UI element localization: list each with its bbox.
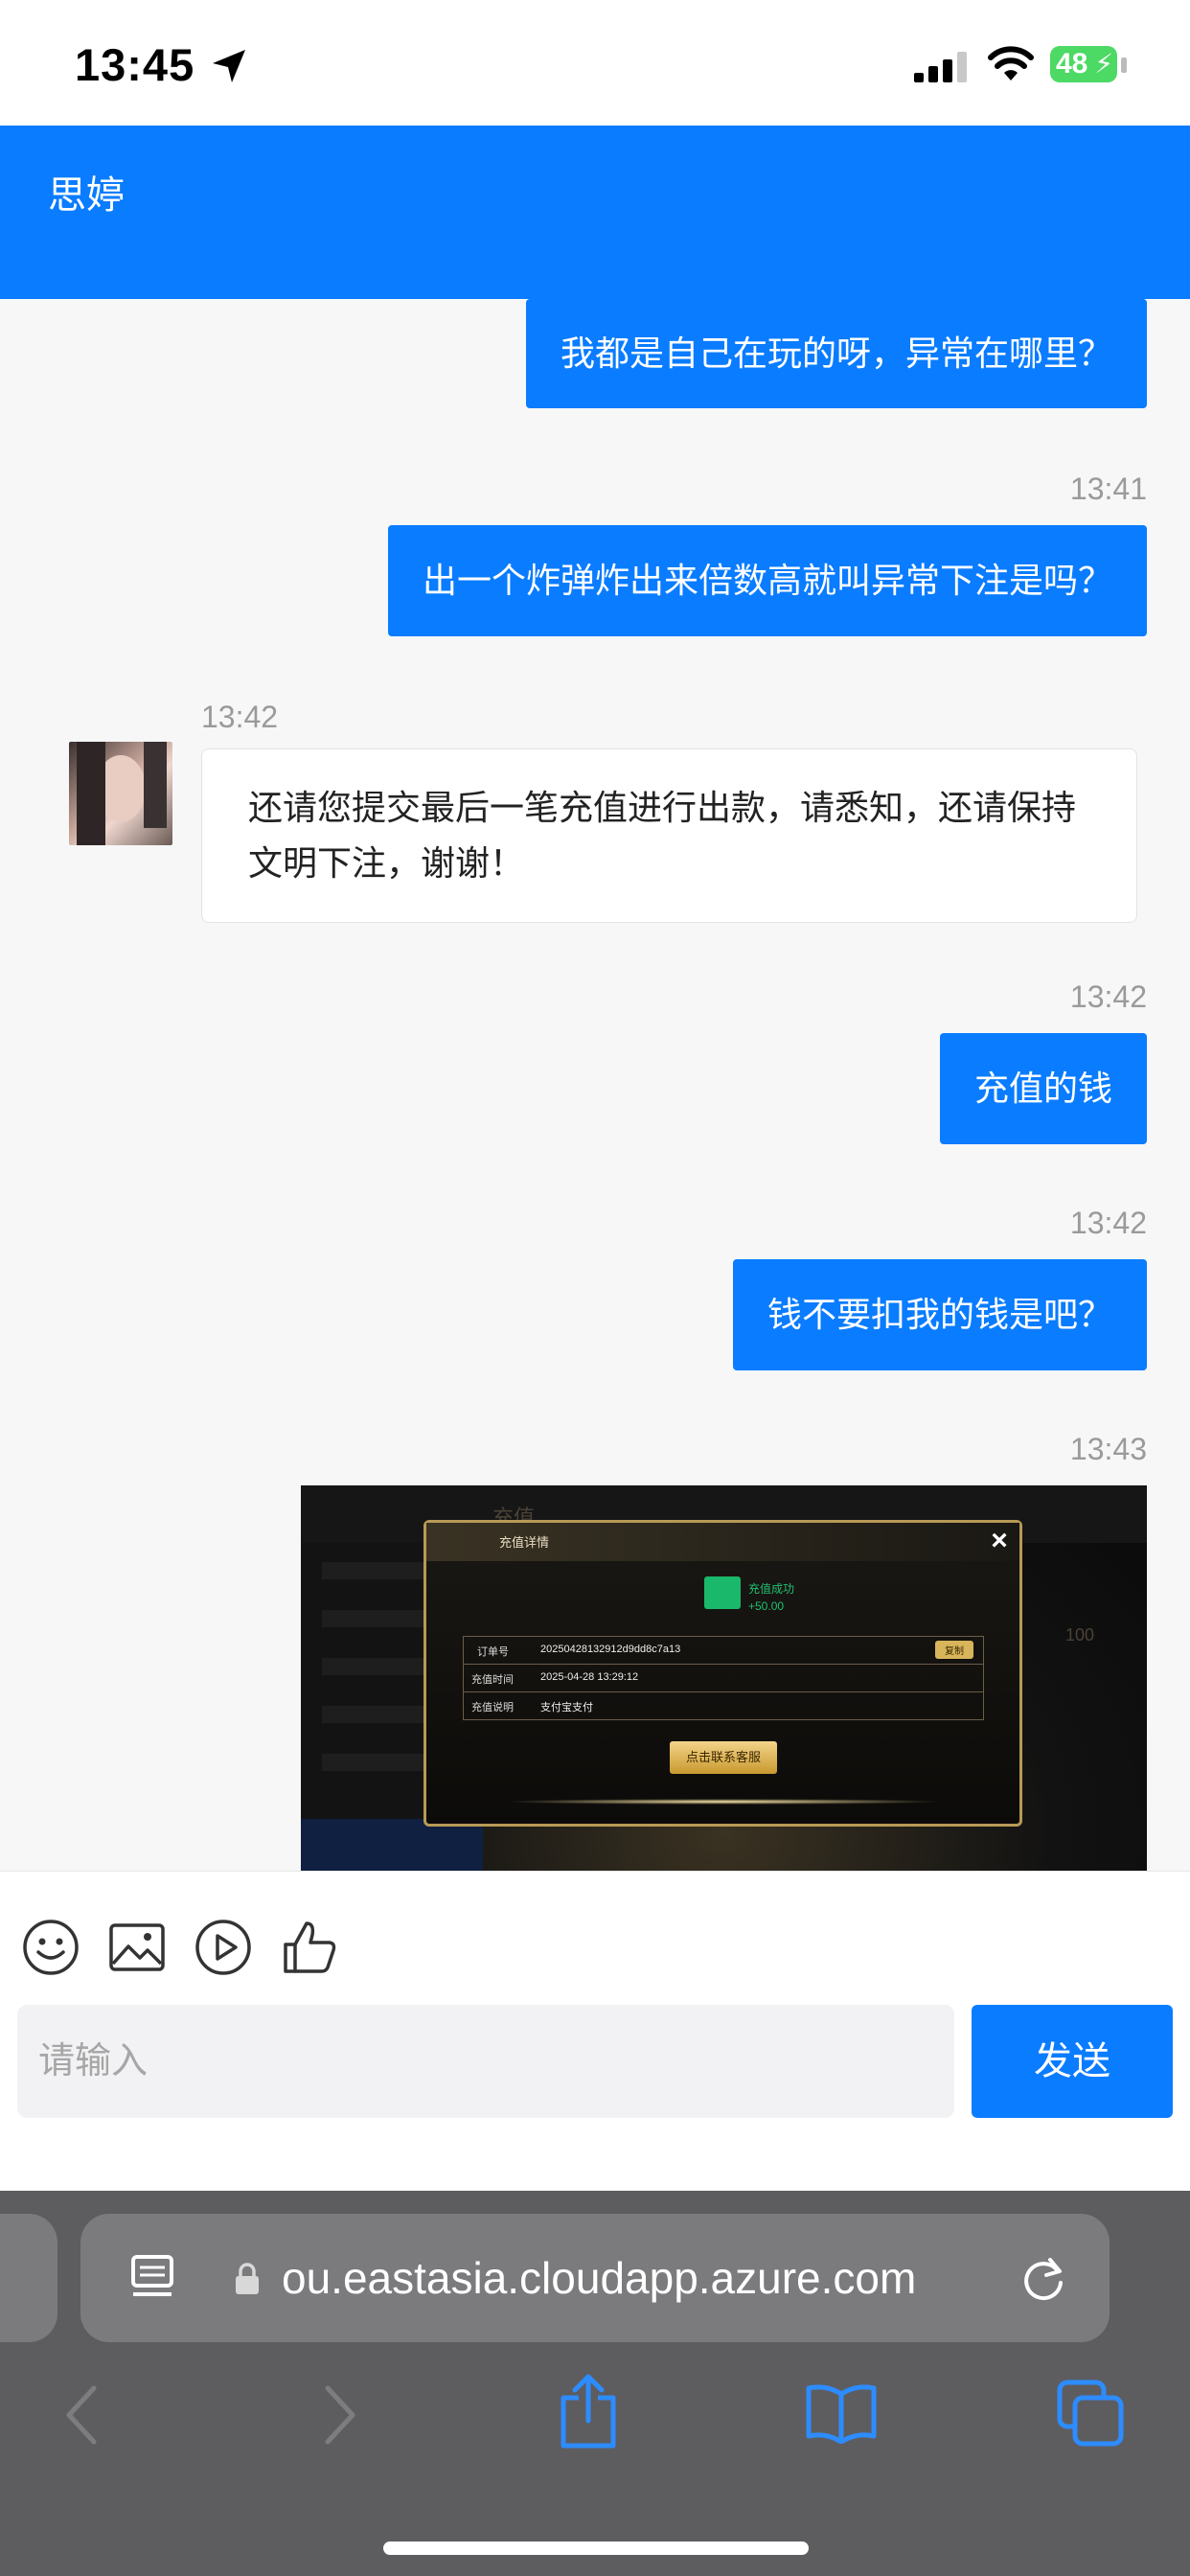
wifi-icon — [988, 46, 1034, 80]
image-icon[interactable] — [107, 1918, 167, 1977]
status-bar: 13:45 48 ⚡ — [0, 0, 1190, 126]
recharge-amount: +50.00 — [748, 1599, 785, 1613]
bg-amount-label: 100 — [1065, 1625, 1095, 1644]
composer: 发送 — [0, 1871, 1190, 2191]
emoji-icon[interactable] — [21, 1918, 80, 1977]
message-bubble-outgoing: 充值的钱 — [939, 1033, 1147, 1144]
contact-service-button[interactable]: 点击联系客服 — [670, 1741, 777, 1774]
message-list[interactable]: 我都是自己在玩的呀，异常在哪里？ 13:41 出一个炸弹炸出来倍数高就叫异常下注… — [0, 299, 1190, 1871]
message-bubble-incoming: 还请您提交最后一笔充值进行出款，请悉知，还请保持文明下注，谢谢！ — [201, 748, 1137, 923]
order-value: 20250428132912d9dd8c7a13 — [540, 1644, 681, 1655]
battery-icon: 48 ⚡ — [1050, 46, 1117, 82]
method-label: 充值说明 — [471, 1702, 514, 1714]
lock-icon — [236, 2263, 259, 2294]
message-timestamp: 13:41 — [1069, 472, 1147, 506]
image-message[interactable]: 充值 100 充值详情 × 充值成功 +50.00 订单号 2025042813… — [301, 1485, 1147, 1871]
forward-icon[interactable] — [320, 2384, 358, 2446]
dialog-title: 充值详情 — [499, 1535, 550, 1550]
reader-mode-icon[interactable] — [130, 2254, 174, 2302]
recharge-status: 充值成功 — [748, 1582, 795, 1596]
browser-chrome: ou.eastasia.cloudapp.azure.com — [0, 2191, 1190, 2576]
back-icon[interactable] — [63, 2384, 102, 2446]
chat-header: 思婷 — [0, 126, 1190, 299]
signal-icon — [914, 52, 967, 82]
tabs-icon[interactable] — [1056, 2379, 1125, 2448]
message-input[interactable] — [17, 2005, 954, 2118]
send-button[interactable]: 发送 — [972, 2005, 1173, 2118]
copy-button[interactable]: 复制 — [935, 1641, 973, 1659]
avatar[interactable] — [69, 742, 172, 845]
home-indicator — [383, 2542, 809, 2555]
address-bar[interactable]: ou.eastasia.cloudapp.azure.com — [80, 2214, 1110, 2342]
message-bubble-outgoing: 钱不要扣我的钱是吧？ — [732, 1259, 1147, 1370]
message-bubble-outgoing: 我都是自己在玩的呀，异常在哪里？ — [525, 299, 1147, 408]
reload-icon[interactable] — [1019, 2254, 1067, 2302]
contact-name: 思婷 — [48, 174, 125, 217]
message-timestamp: 13:42 — [1069, 979, 1147, 1014]
recharge-detail-dialog: 充值详情 × 充值成功 +50.00 订单号 20250428132912d9d… — [423, 1520, 1022, 1827]
message-bubble-outgoing: 出一个炸弹炸出来倍数高就叫异常下注是吗？ — [387, 525, 1147, 636]
close-icon[interactable]: × — [983, 1525, 1016, 1557]
video-play-icon[interactable] — [194, 1918, 253, 1977]
time-value: 2025-04-28 13:29:12 — [540, 1671, 639, 1683]
message-timestamp: 13:43 — [1069, 1432, 1147, 1466]
message-timestamp: 13:42 — [201, 700, 279, 734]
clock: 13:45 — [75, 39, 195, 90]
method-value: 支付宝支付 — [540, 1702, 593, 1714]
success-icon — [704, 1576, 741, 1609]
url-text: ou.eastasia.cloudapp.azure.com — [282, 2253, 917, 2303]
message-input-box[interactable] — [17, 2005, 954, 2118]
previous-tab-peek[interactable] — [0, 2214, 57, 2342]
share-icon[interactable] — [558, 2373, 619, 2450]
message-timestamp: 13:42 — [1069, 1206, 1147, 1240]
location-arrow-icon — [213, 50, 245, 82]
bookmarks-icon[interactable] — [805, 2382, 878, 2444]
order-label: 订单号 — [477, 1646, 509, 1658]
thumbs-up-icon[interactable] — [280, 1918, 339, 1977]
time-label: 充值时间 — [471, 1674, 514, 1686]
battery-level: 48 — [1056, 48, 1088, 80]
